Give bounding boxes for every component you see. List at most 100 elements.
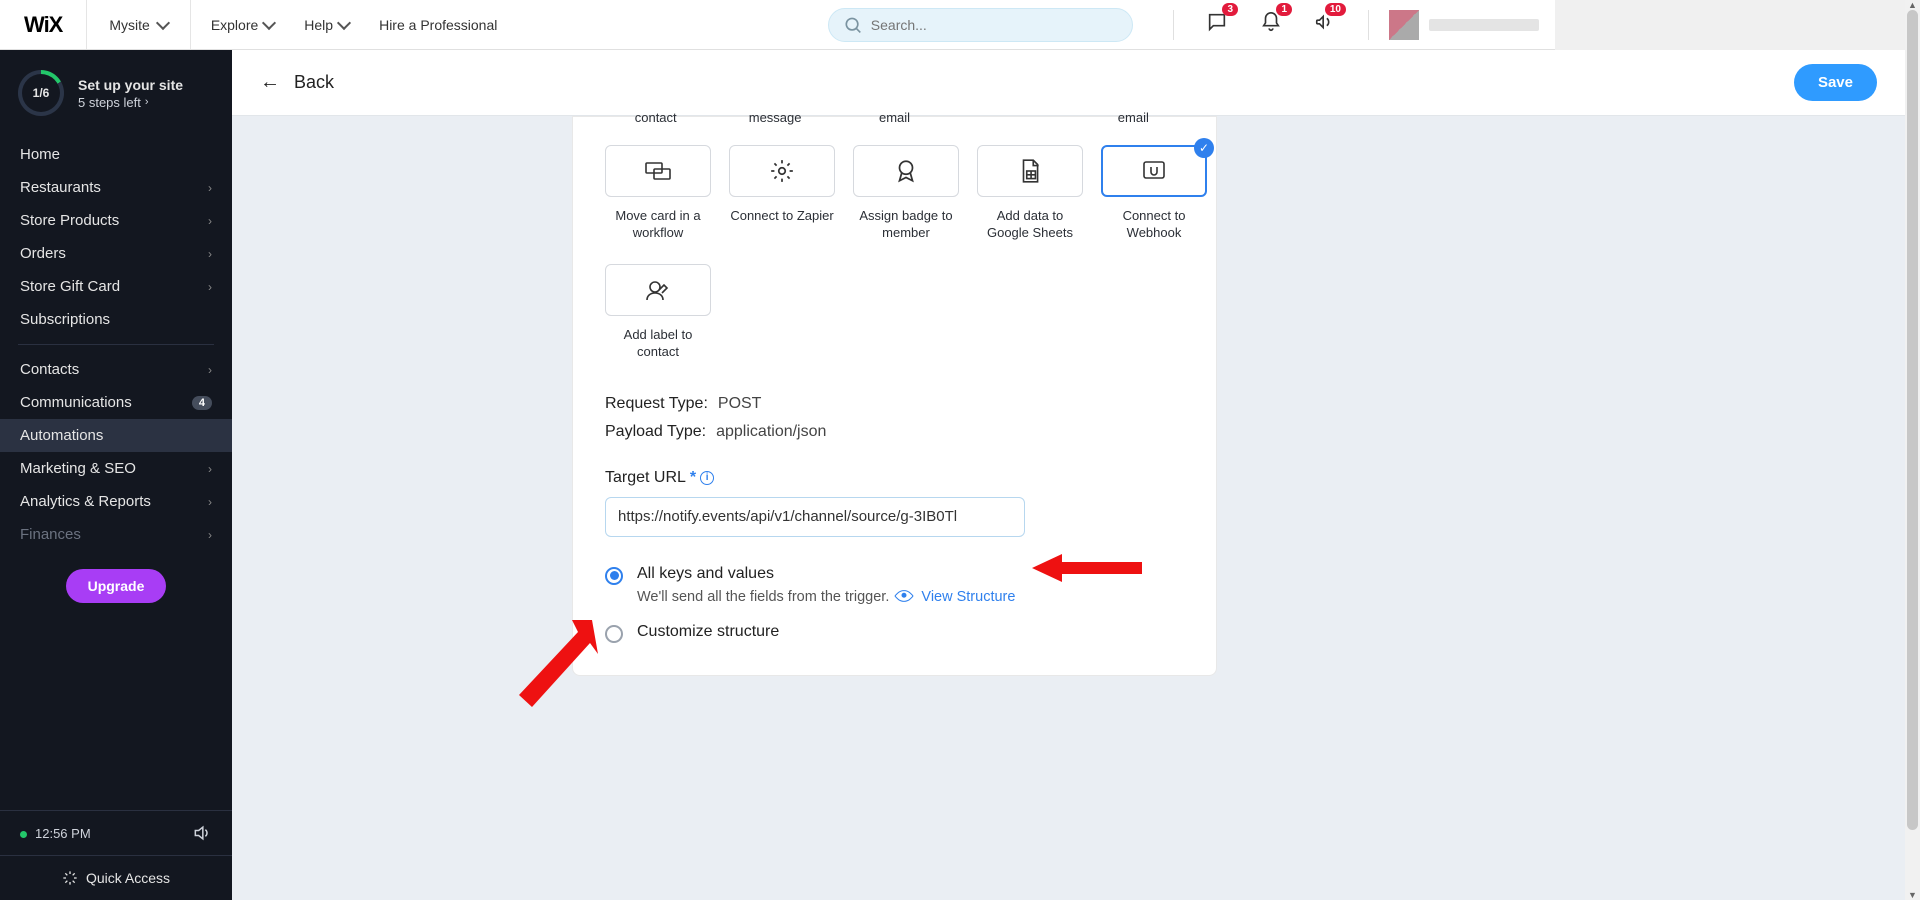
upgrade-button[interactable]: Upgrade — [66, 569, 167, 603]
sidebar-item-finances[interactable]: Finances › — [0, 518, 232, 551]
radio-customize[interactable]: Customize structure — [605, 623, 1184, 643]
sidebar-item-store-gift-card[interactable]: Store Gift Card› — [0, 270, 232, 303]
sidebar-item-label: Store Products — [20, 212, 119, 229]
chevron-down-icon — [337, 15, 351, 29]
sidebar-item-label: Communications — [20, 394, 132, 411]
action-zapier: Connect to Zapier — [729, 145, 835, 242]
main-stage: ← Back Save contact message email email … — [232, 50, 1905, 900]
bell-badge: 1 — [1276, 3, 1292, 16]
target-url-label: Target URL * i — [605, 469, 1184, 487]
chevron-right-icon: › — [208, 462, 212, 476]
sidebar-item-label: Restaurants — [20, 179, 101, 196]
action-label: email — [879, 109, 910, 127]
action-label: Add data to Google Sheets — [977, 207, 1083, 242]
view-structure-link[interactable]: View Structure — [921, 589, 1015, 605]
radio-custom-title: Customize structure — [637, 623, 779, 641]
sidebar-item-label: Contacts — [20, 361, 79, 378]
menu-explore[interactable]: Explore — [211, 17, 274, 33]
action-label: Connect to Webhook — [1101, 207, 1207, 242]
sidebar-item-label: Finances — [20, 526, 81, 543]
menu-help-label: Help — [304, 17, 333, 33]
chevron-right-icon: › — [208, 528, 212, 542]
sidebar-item-restaurants[interactable]: Restaurants› — [0, 171, 232, 204]
target-url-input[interactable] — [605, 497, 1025, 537]
sidebar-item-analytics-reports[interactable]: Analytics & Reports› — [0, 485, 232, 518]
setup-title: Set up your site — [78, 77, 183, 93]
required-asterisk: * — [690, 469, 696, 487]
back-button[interactable]: ← Back — [260, 71, 334, 94]
account-name-redacted — [1429, 19, 1539, 31]
cards-icon — [643, 159, 673, 183]
progress-ring-icon: 1/6 — [18, 70, 64, 116]
action-badge: Assign badge to member — [853, 145, 959, 242]
clock-time: 12:56 PM — [35, 826, 91, 841]
chat-badge: 3 — [1222, 3, 1238, 16]
bell-icon[interactable]: 1 — [1260, 11, 1282, 38]
announce-icon[interactable]: 10 — [1314, 11, 1336, 38]
radio-all-desc: We'll send all the fields from the trigg… — [637, 589, 1015, 605]
action-box[interactable] — [605, 145, 711, 197]
sidebar-item-marketing-seo[interactable]: Marketing & SEO› — [0, 452, 232, 485]
sidebar-item-automations[interactable]: Automations — [0, 419, 232, 452]
chevron-down-icon — [156, 15, 170, 29]
action-label: message — [749, 109, 802, 127]
chevron-right-icon: › — [208, 247, 212, 261]
save-button[interactable]: Save — [1794, 64, 1877, 101]
volume-icon[interactable] — [192, 823, 212, 843]
webhook-icon — [1140, 158, 1168, 184]
sidebar-item-home[interactable]: Home — [0, 138, 232, 171]
window-scrollbar[interactable]: ▲ ▼ — [1905, 0, 1920, 900]
menu-help[interactable]: Help — [304, 17, 349, 33]
radio-all-desc-text: We'll send all the fields from the trigg… — [637, 589, 889, 605]
sidebar-item-orders[interactable]: Orders › — [0, 237, 232, 270]
arrow-left-icon: ← — [260, 71, 280, 94]
menu-hire[interactable]: Hire a Professional — [379, 17, 497, 33]
sidebar-item-store-products[interactable]: Store Products› — [0, 204, 232, 237]
chevron-right-icon: › — [208, 363, 212, 377]
scroll-down-icon[interactable]: ▼ — [1905, 890, 1920, 900]
setup-sub: 5 steps left› — [78, 95, 183, 110]
payload-type-row: Payload Type: application/json — [605, 423, 1184, 441]
action-label: email — [1118, 109, 1149, 127]
contact-label-icon — [644, 277, 672, 303]
sidebar-item-contacts[interactable]: Contacts › — [0, 353, 232, 386]
divider — [1173, 10, 1174, 40]
scroll-up-icon[interactable]: ▲ — [1905, 0, 1920, 10]
quick-access[interactable]: Quick Access — [0, 855, 232, 900]
search-box[interactable] — [828, 8, 1133, 42]
info-icon[interactable]: i — [700, 471, 714, 485]
sidebar-item-subscriptions[interactable]: Subscriptions — [0, 303, 232, 336]
sheet-icon — [1019, 158, 1041, 184]
chevron-down-icon — [262, 15, 276, 29]
scroll-thumb[interactable] — [1907, 10, 1918, 830]
sidebar-item-label: Orders — [20, 245, 66, 262]
menu-hire-label: Hire a Professional — [379, 17, 497, 33]
sidebar-item-label: Store Gift Card — [20, 278, 120, 295]
action-add-label: Add label to contact — [605, 264, 711, 361]
site-selector[interactable]: Mysite — [87, 0, 190, 49]
clock-row: 12:56 PM — [0, 811, 232, 855]
action-box[interactable] — [605, 264, 711, 316]
action-box-selected[interactable] — [1101, 145, 1207, 197]
badge-icon — [893, 158, 919, 184]
comm-badge: 4 — [192, 396, 212, 410]
sparkle-icon — [62, 870, 78, 886]
action-box[interactable] — [977, 145, 1083, 197]
top-bar: WiX Mysite Explore Help Hire a Professio… — [0, 0, 1555, 50]
sidebar-item-communications[interactable]: Communications 4 — [0, 386, 232, 419]
action-box[interactable] — [729, 145, 835, 197]
chat-icon[interactable]: 3 — [1206, 11, 1228, 38]
divider — [1368, 10, 1369, 40]
wix-logo[interactable]: WiX — [0, 0, 87, 49]
radio-all-keys[interactable]: All keys and values We'll send all the f… — [605, 565, 1184, 605]
radio-all-title: All keys and values — [637, 565, 1015, 583]
target-url-label-text: Target URL — [605, 469, 686, 487]
account-menu[interactable] — [1389, 10, 1555, 40]
setup-progress[interactable]: 1/6 Set up your site 5 steps left› — [0, 50, 232, 138]
announce-badge: 10 — [1325, 3, 1346, 16]
radio-icon — [605, 567, 623, 585]
eye-icon — [895, 586, 915, 606]
search-input[interactable] — [871, 17, 1118, 33]
quick-access-label: Quick Access — [86, 870, 170, 886]
action-box[interactable] — [853, 145, 959, 197]
